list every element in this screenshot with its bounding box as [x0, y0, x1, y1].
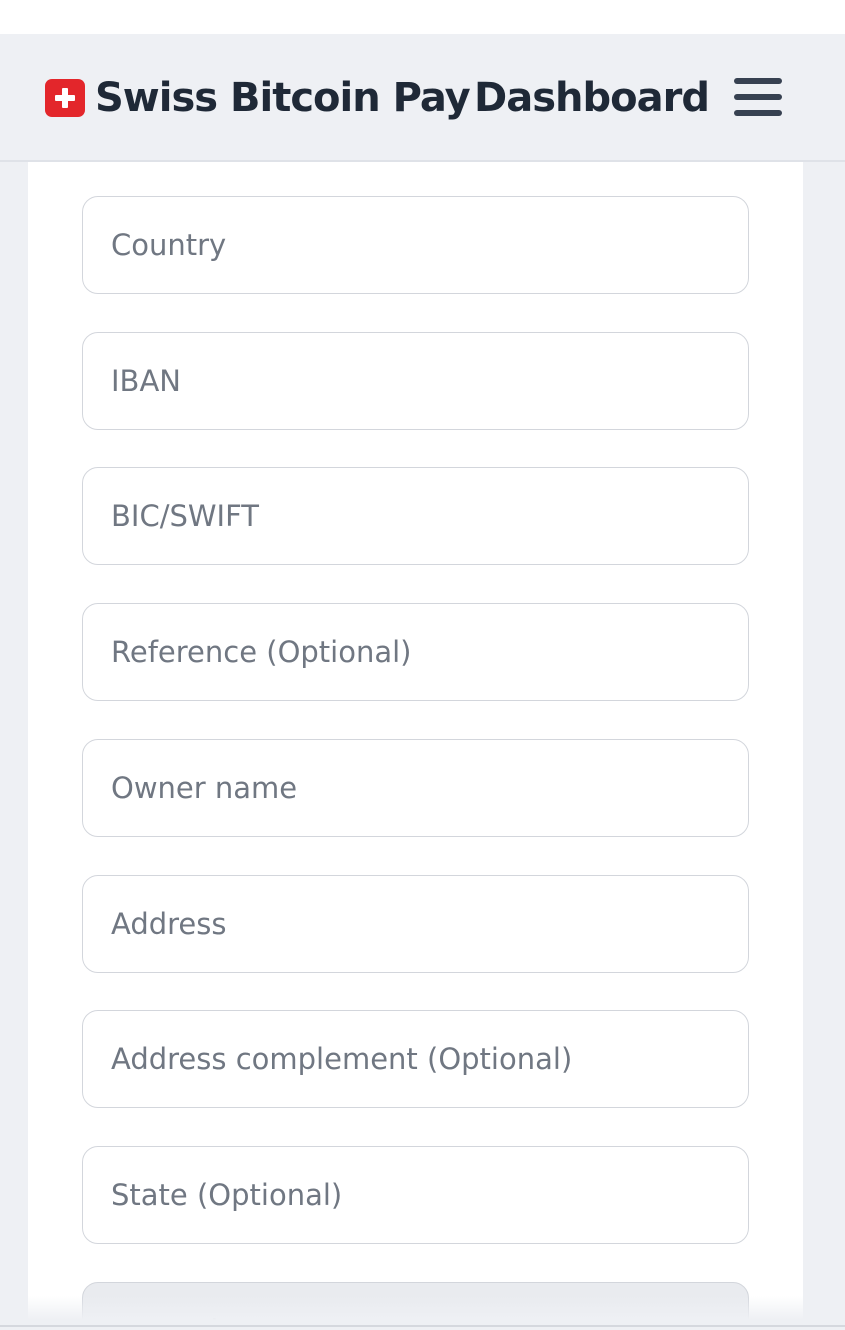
right-background-strip [803, 162, 845, 1330]
country-input[interactable] [82, 196, 749, 294]
page: Swiss Bitcoin Pay Dashboard [0, 0, 845, 1330]
bottom-scroll-fade [0, 1296, 845, 1330]
left-background-strip [0, 162, 28, 1330]
hamburger-menu-icon[interactable] [730, 72, 786, 122]
page-title: Dashboard [474, 75, 710, 121]
swiss-cross-icon [45, 79, 85, 117]
reference-input[interactable] [82, 603, 749, 701]
address-input[interactable] [82, 875, 749, 973]
owner-name-input[interactable] [82, 739, 749, 837]
state-input[interactable] [82, 1146, 749, 1244]
address-complement-input[interactable] [82, 1010, 749, 1108]
top-navbar: Swiss Bitcoin Pay Dashboard [0, 34, 845, 162]
iban-input[interactable] [82, 332, 749, 430]
bic-swift-input[interactable] [82, 467, 749, 565]
brand-name[interactable]: Swiss Bitcoin Pay [95, 72, 471, 124]
